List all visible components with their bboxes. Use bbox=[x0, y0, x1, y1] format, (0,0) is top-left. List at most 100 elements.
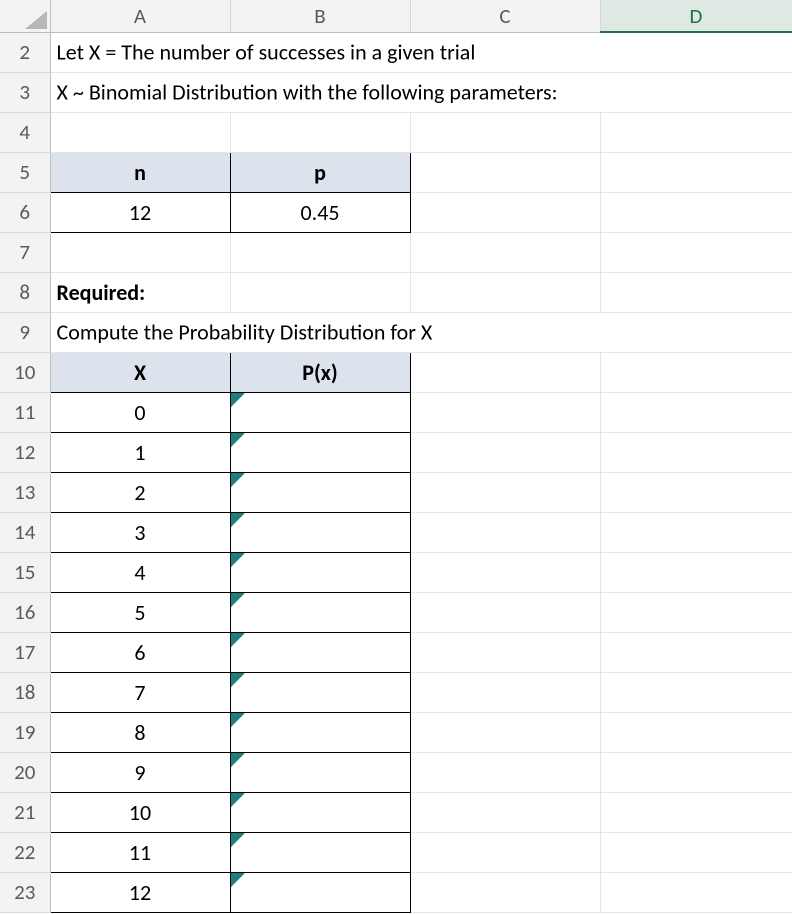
cell-A7[interactable] bbox=[50, 232, 230, 272]
cell-D3[interactable] bbox=[600, 72, 792, 112]
cell-C8[interactable] bbox=[410, 272, 600, 312]
dist-x-12[interactable]: 12 bbox=[50, 872, 230, 912]
dist-px-6[interactable] bbox=[230, 632, 410, 672]
row-header-10[interactable]: 10 bbox=[0, 352, 50, 392]
cell-D4[interactable] bbox=[600, 112, 792, 152]
row-header-21[interactable]: 21 bbox=[0, 792, 50, 832]
cell-C6[interactable] bbox=[410, 192, 600, 232]
dist-px-1[interactable] bbox=[230, 432, 410, 472]
cell-C7[interactable] bbox=[410, 232, 600, 272]
cell-D14[interactable] bbox=[600, 512, 792, 552]
cell-B4[interactable] bbox=[230, 112, 410, 152]
cell-D6[interactable] bbox=[600, 192, 792, 232]
dist-x-8[interactable]: 8 bbox=[50, 712, 230, 752]
cell-D12[interactable] bbox=[600, 432, 792, 472]
row-header-3[interactable]: 3 bbox=[0, 72, 50, 112]
cell-C9[interactable] bbox=[410, 312, 600, 352]
dist-px-9[interactable] bbox=[230, 752, 410, 792]
row-header-4[interactable]: 4 bbox=[0, 112, 50, 152]
row-header-9[interactable]: 9 bbox=[0, 312, 50, 352]
row-header-2[interactable]: 2 bbox=[0, 32, 50, 72]
cell-D17[interactable] bbox=[600, 632, 792, 672]
row-header-19[interactable]: 19 bbox=[0, 712, 50, 752]
cell-C11[interactable] bbox=[410, 392, 600, 432]
cell-A4[interactable] bbox=[50, 112, 230, 152]
param-header-p[interactable]: p bbox=[230, 152, 410, 192]
dist-x-9[interactable]: 9 bbox=[50, 752, 230, 792]
row-header-11[interactable]: 11 bbox=[0, 392, 50, 432]
cell-D2[interactable] bbox=[600, 32, 792, 72]
row-header-16[interactable]: 16 bbox=[0, 592, 50, 632]
row-header-15[interactable]: 15 bbox=[0, 552, 50, 592]
cell-D9[interactable] bbox=[600, 312, 792, 352]
cell-C4[interactable] bbox=[410, 112, 600, 152]
cell-A8[interactable]: Required: bbox=[50, 272, 230, 312]
cell-C13[interactable] bbox=[410, 472, 600, 512]
cell-D11[interactable] bbox=[600, 392, 792, 432]
dist-x-5[interactable]: 5 bbox=[50, 592, 230, 632]
cell-C12[interactable] bbox=[410, 432, 600, 472]
cell-C18[interactable] bbox=[410, 672, 600, 712]
dist-x-7[interactable]: 7 bbox=[50, 672, 230, 712]
row-header-13[interactable]: 13 bbox=[0, 472, 50, 512]
cell-C15[interactable] bbox=[410, 552, 600, 592]
dist-header-px[interactable]: P(x) bbox=[230, 352, 410, 392]
dist-px-5[interactable] bbox=[230, 592, 410, 632]
dist-header-x[interactable]: X bbox=[50, 352, 230, 392]
cell-C22[interactable] bbox=[410, 832, 600, 872]
cell-D23[interactable] bbox=[600, 872, 792, 912]
dist-x-3[interactable]: 3 bbox=[50, 512, 230, 552]
col-header-A[interactable]: A bbox=[50, 0, 230, 32]
dist-x-10[interactable]: 10 bbox=[50, 792, 230, 832]
col-header-C[interactable]: C bbox=[410, 0, 600, 32]
dist-px-3[interactable] bbox=[230, 512, 410, 552]
dist-px-0[interactable] bbox=[230, 392, 410, 432]
cell-D16[interactable] bbox=[600, 592, 792, 632]
cell-A9[interactable]: Compute the Probability Distribution for… bbox=[50, 312, 230, 352]
cell-D18[interactable] bbox=[600, 672, 792, 712]
row-header-7[interactable]: 7 bbox=[0, 232, 50, 272]
cell-D7[interactable] bbox=[600, 232, 792, 272]
row-header-5[interactable]: 5 bbox=[0, 152, 50, 192]
cell-C5[interactable] bbox=[410, 152, 600, 192]
cell-D10[interactable] bbox=[600, 352, 792, 392]
cell-C23[interactable] bbox=[410, 872, 600, 912]
dist-px-11[interactable] bbox=[230, 832, 410, 872]
param-value-n[interactable]: 12 bbox=[50, 192, 230, 232]
col-header-D[interactable]: D bbox=[600, 0, 792, 32]
row-header-22[interactable]: 22 bbox=[0, 832, 50, 872]
col-header-B[interactable]: B bbox=[230, 0, 410, 32]
row-header-14[interactable]: 14 bbox=[0, 512, 50, 552]
cell-D8[interactable] bbox=[600, 272, 792, 312]
grid[interactable]: A B C D 2 Let X = The number of successe… bbox=[0, 0, 792, 913]
dist-px-12[interactable] bbox=[230, 872, 410, 912]
cell-C10[interactable] bbox=[410, 352, 600, 392]
cell-D20[interactable] bbox=[600, 752, 792, 792]
dist-x-4[interactable]: 4 bbox=[50, 552, 230, 592]
row-header-12[interactable]: 12 bbox=[0, 432, 50, 472]
cell-C17[interactable] bbox=[410, 632, 600, 672]
cell-B7[interactable] bbox=[230, 232, 410, 272]
dist-px-8[interactable] bbox=[230, 712, 410, 752]
row-header-8[interactable]: 8 bbox=[0, 272, 50, 312]
cell-C19[interactable] bbox=[410, 712, 600, 752]
cell-D19[interactable] bbox=[600, 712, 792, 752]
dist-px-10[interactable] bbox=[230, 792, 410, 832]
cell-D5[interactable] bbox=[600, 152, 792, 192]
dist-px-2[interactable] bbox=[230, 472, 410, 512]
cell-B8[interactable] bbox=[230, 272, 410, 312]
dist-px-4[interactable] bbox=[230, 552, 410, 592]
param-value-p[interactable]: 0.45 bbox=[230, 192, 410, 232]
row-header-18[interactable]: 18 bbox=[0, 672, 50, 712]
row-header-6[interactable]: 6 bbox=[0, 192, 50, 232]
cell-D15[interactable] bbox=[600, 552, 792, 592]
cell-C21[interactable] bbox=[410, 792, 600, 832]
dist-x-11[interactable]: 11 bbox=[50, 832, 230, 872]
dist-x-0[interactable]: 0 bbox=[50, 392, 230, 432]
dist-x-1[interactable]: 1 bbox=[50, 432, 230, 472]
cell-A3[interactable]: X ~ Binomial Distribution with the follo… bbox=[50, 72, 230, 112]
row-header-20[interactable]: 20 bbox=[0, 752, 50, 792]
row-header-23[interactable]: 23 bbox=[0, 872, 50, 912]
cell-D21[interactable] bbox=[600, 792, 792, 832]
cell-C20[interactable] bbox=[410, 752, 600, 792]
